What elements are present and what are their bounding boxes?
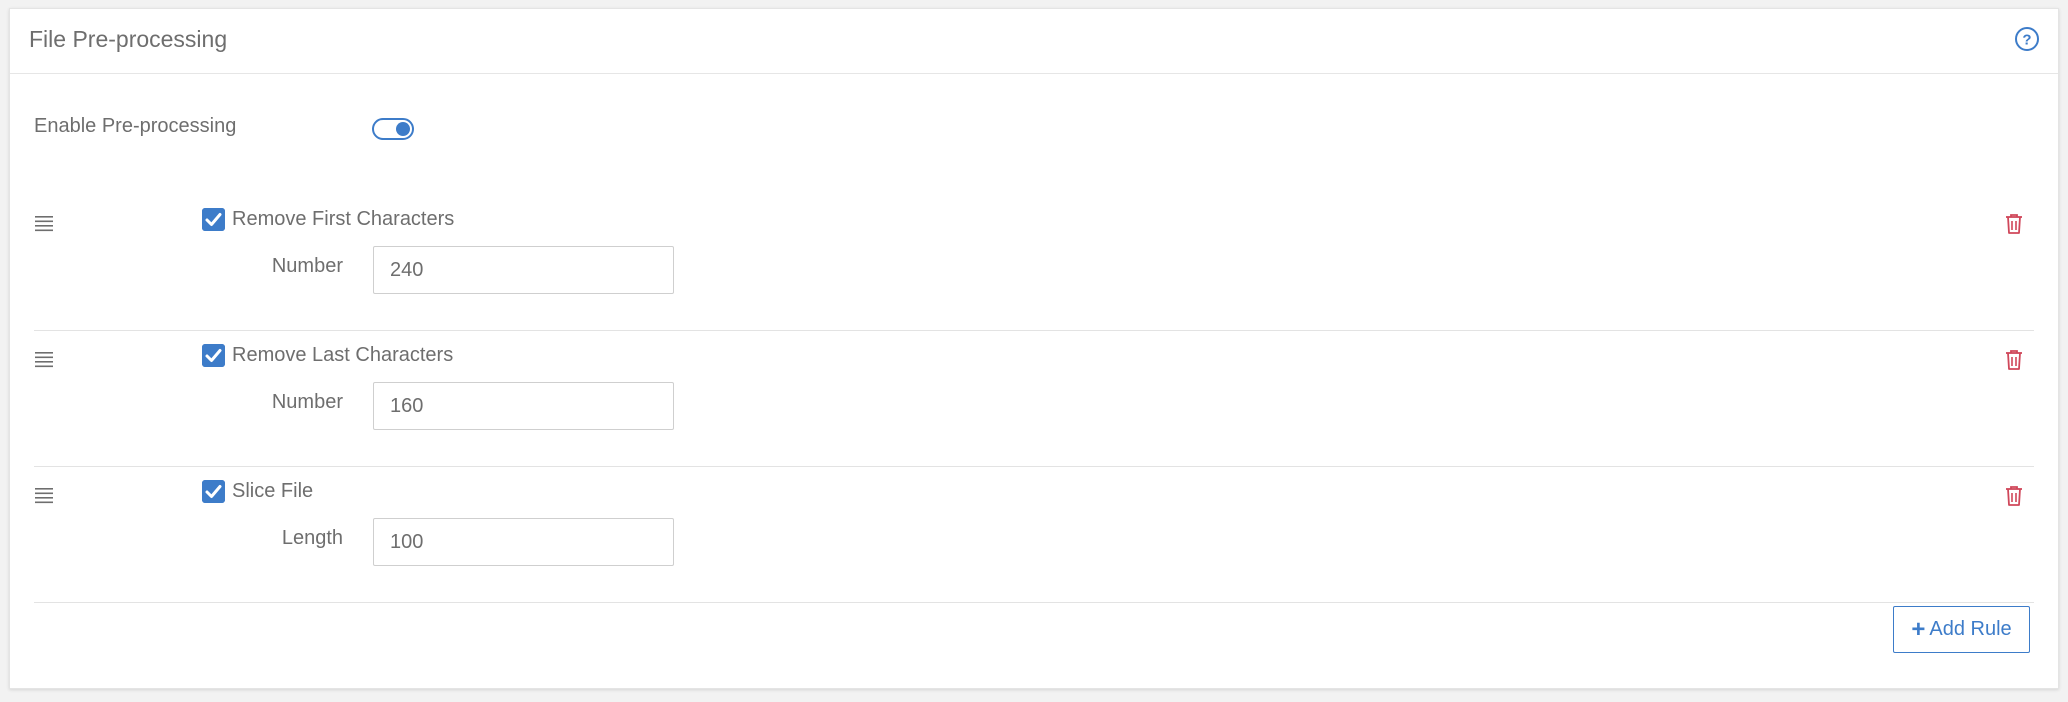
plus-icon: + [1911,615,1926,643]
rule-number-input[interactable] [373,246,674,294]
drag-handle-icon[interactable] [34,215,54,233]
drag-handle-icon[interactable] [34,351,54,369]
rule-field-label: Number [271,255,343,277]
rule-label: Remove Last Characters [232,344,454,366]
rule-row-remove-last-characters: Remove Last Characters Number [34,331,2034,467]
rule-enabled-checkbox[interactable] [202,344,225,367]
enable-preprocessing-toggle[interactable] [372,118,414,140]
trash-icon[interactable] [2004,485,2024,507]
rule-label: Slice File [232,480,314,502]
rule-field-label: Length [281,527,343,549]
toggle-knob [396,122,410,136]
rule-number-input[interactable] [373,382,674,430]
trash-icon[interactable] [2004,213,2024,235]
rule-row-remove-first-characters: Remove First Characters Number [34,195,2034,331]
drag-handle-icon[interactable] [34,487,54,505]
rule-label: Remove First Characters [232,208,455,230]
add-rule-label: Add Rule [1929,618,2012,640]
panel-title: File Pre-processing [29,26,228,52]
svg-text:?: ? [2022,32,2031,49]
file-preprocessing-panel: File Pre-processing ? Enable Pre-process… [9,8,2059,689]
rule-field-label: Number [271,391,343,413]
rule-row-slice-file: Slice File Length [34,467,2034,603]
trash-icon[interactable] [2004,349,2024,371]
rule-length-input[interactable] [373,518,674,566]
rule-enabled-checkbox[interactable] [202,480,225,503]
enable-preprocessing-label: Enable Pre-processing [34,115,237,137]
add-rule-button[interactable]: + Add Rule [1893,606,2030,653]
rule-enabled-checkbox[interactable] [202,208,225,231]
question-circle-icon[interactable]: ? [2014,26,2040,52]
panel-header: File Pre-processing ? [10,9,2058,74]
